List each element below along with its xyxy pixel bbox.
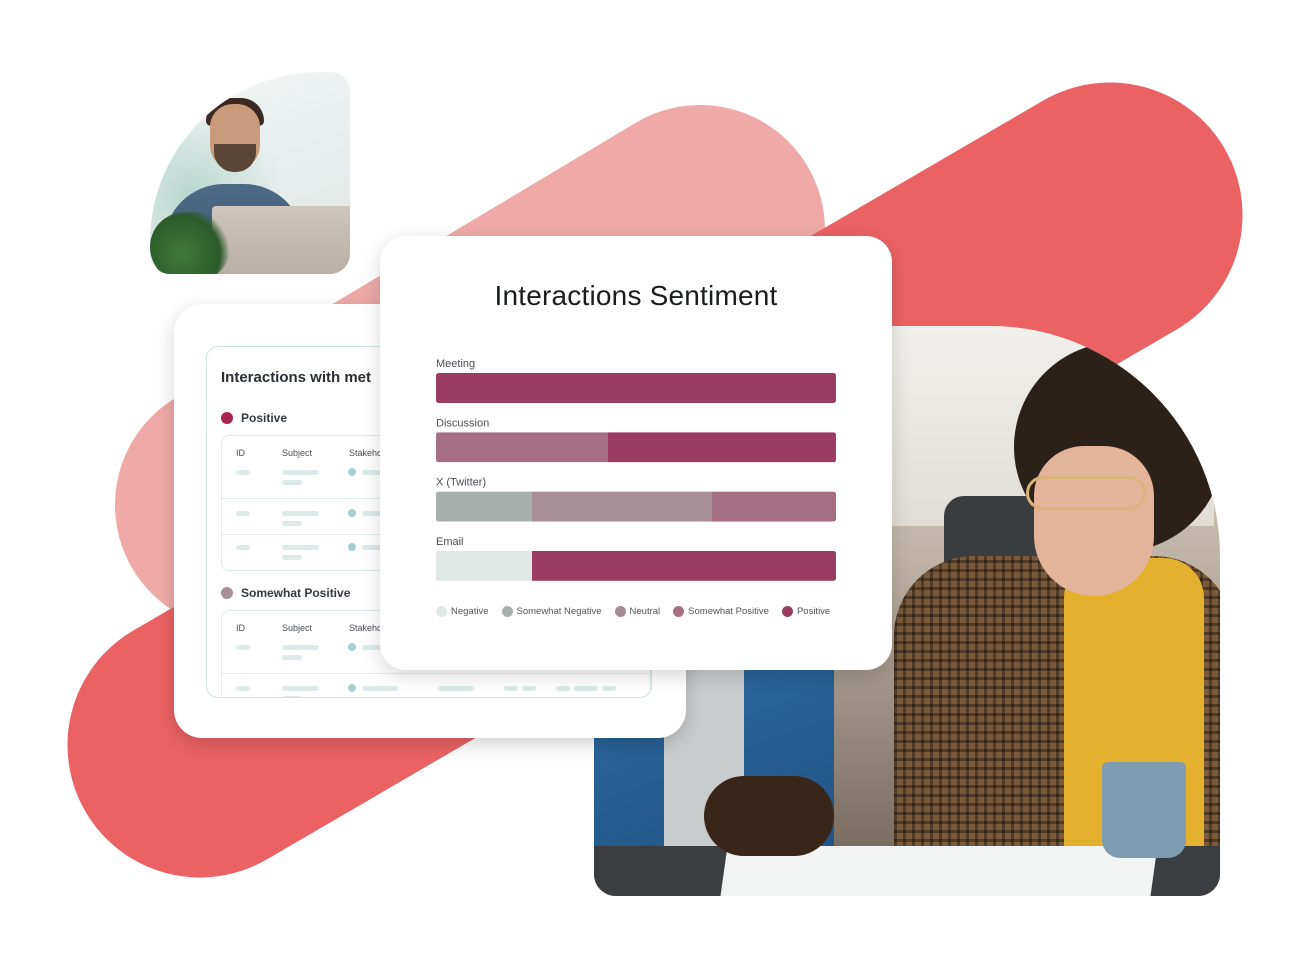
bar-segment-meeting-positive[interactable] bbox=[436, 373, 836, 403]
column-header-subject: Subject bbox=[282, 448, 313, 458]
group-label: Positive bbox=[241, 411, 288, 425]
bar-x-twitter[interactable] bbox=[436, 491, 836, 522]
column-header-stakeholder: Stakeho bbox=[349, 623, 383, 633]
category-label-x-twitter: X (Twitter) bbox=[436, 477, 486, 489]
bar-meeting[interactable] bbox=[436, 373, 836, 403]
legend-item-somewhat-negative[interactable]: Somewhat Negative bbox=[501, 606, 602, 617]
positive-dot-icon bbox=[221, 412, 233, 424]
legend-dot-icon bbox=[501, 606, 513, 617]
legend-dot-icon bbox=[673, 606, 685, 617]
legend-item-negative[interactable]: Negative bbox=[436, 606, 489, 617]
chart-legend: Negative Somewhat Negative Neutral Somewhat… bbox=[436, 606, 830, 617]
sentiment-stacked-bar-chart: Meeting Discussion X (Twitter) Email bbox=[436, 358, 836, 581]
category-label-discussion: Discussion bbox=[436, 417, 489, 429]
category-label-meeting: Meeting bbox=[436, 358, 475, 370]
legend-dot-icon bbox=[436, 606, 447, 617]
table-card-title: Interactions with met bbox=[221, 369, 372, 386]
somewhat-positive-dot-icon bbox=[221, 587, 233, 599]
bar-discussion[interactable] bbox=[436, 432, 836, 463]
table-row[interactable] bbox=[222, 673, 650, 697]
group-positive: Positive ID Subject Stakeho bbox=[221, 411, 651, 571]
legend-item-positive[interactable]: Positive bbox=[781, 606, 831, 617]
legend-label: Somewhat Positive bbox=[688, 606, 769, 617]
legend-label: Negative bbox=[451, 606, 489, 617]
category-label-email: Email bbox=[436, 536, 464, 548]
column-header-stakeholder: Stakeho bbox=[349, 448, 383, 458]
group-label: Somewhat Positive bbox=[241, 586, 351, 600]
sentiment-chart-card: Interactions Sentiment Meeting Discussion… bbox=[380, 236, 892, 670]
legend-dot-icon bbox=[614, 606, 626, 617]
bar-segment-discussion-somewhat-positive[interactable] bbox=[436, 432, 608, 463]
bar-segment-x-twitter-somewhat-positive[interactable] bbox=[712, 491, 836, 522]
legend-label: Somewhat Negative bbox=[516, 606, 602, 617]
legend-item-neutral[interactable]: Neutral bbox=[614, 606, 661, 617]
bar-segment-x-twitter-somewhat-negative[interactable] bbox=[436, 491, 532, 522]
column-header-id: ID bbox=[236, 623, 245, 633]
legend-dot-icon bbox=[781, 606, 793, 617]
bar-segment-email-negative[interactable] bbox=[436, 550, 532, 581]
column-header-subject: Subject bbox=[282, 623, 313, 633]
legend-label: Positive bbox=[796, 606, 831, 617]
legend-item-somewhat-positive[interactable]: Somewhat Positive bbox=[673, 606, 769, 617]
bar-segment-email-positive[interactable] bbox=[532, 550, 836, 581]
column-header-id: ID bbox=[236, 448, 245, 458]
bar-segment-discussion-positive[interactable] bbox=[608, 432, 836, 463]
man-working-on-laptop-photo bbox=[150, 72, 350, 274]
bar-segment-x-twitter-neutral[interactable] bbox=[532, 491, 712, 522]
bar-email[interactable] bbox=[436, 550, 836, 581]
group-somewhat-positive: Somewhat Positive ID Subject Stakeho bbox=[221, 586, 651, 697]
legend-label: Neutral bbox=[629, 606, 661, 617]
